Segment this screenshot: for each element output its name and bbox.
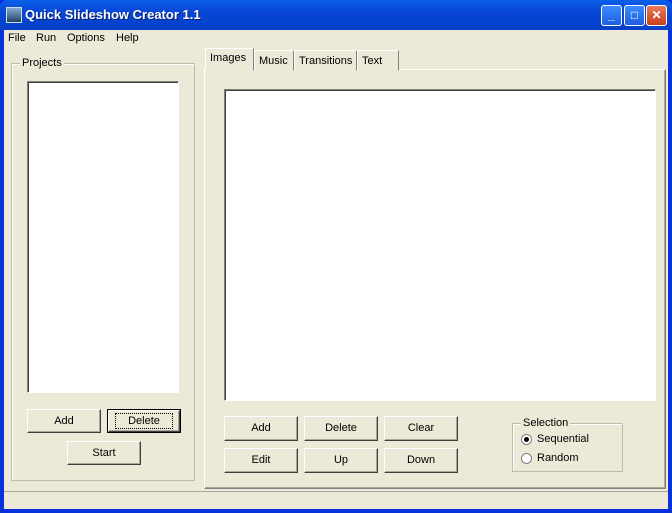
close-button[interactable]: ✕ <box>646 5 667 26</box>
project-delete-label: Delete <box>115 413 173 429</box>
menu-help[interactable]: Help <box>112 32 143 44</box>
selection-group <box>512 423 623 472</box>
menu-bar: File Run Options Help <box>4 30 668 47</box>
projects-label: Projects <box>20 57 64 69</box>
app-icon <box>6 7 22 23</box>
menu-file[interactable]: File <box>4 32 30 44</box>
minimize-button[interactable]: _ <box>601 5 622 26</box>
project-add-button[interactable]: Add <box>27 409 101 433</box>
tab-text[interactable]: Text <box>357 50 399 71</box>
image-add-button[interactable]: Add <box>224 416 298 441</box>
title-bar[interactable]: Quick Slideshow Creator 1.1 _ □ ✕ <box>0 0 672 30</box>
tab-transitions[interactable]: Transitions <box>294 50 357 71</box>
project-delete-button[interactable]: Delete <box>107 409 181 433</box>
radio-sequential-label: Sequential <box>537 433 589 445</box>
maximize-button[interactable]: □ <box>624 5 645 26</box>
radio-unchecked-icon <box>521 452 532 464</box>
menu-run[interactable]: Run <box>32 32 60 44</box>
image-clear-button[interactable]: Clear <box>384 416 458 441</box>
image-edit-button[interactable]: Edit <box>224 448 298 473</box>
selection-label: Selection <box>521 417 571 429</box>
project-start-button[interactable]: Start <box>67 441 141 465</box>
image-up-button[interactable]: Up <box>304 448 378 473</box>
tab-images[interactable]: Images <box>205 48 254 71</box>
image-down-button[interactable]: Down <box>384 448 458 473</box>
window-title: Quick Slideshow Creator 1.1 <box>25 7 201 22</box>
projects-list[interactable] <box>27 81 179 393</box>
radio-checked-icon <box>521 433 532 445</box>
menu-options[interactable]: Options <box>63 32 109 44</box>
tab-music[interactable]: Music <box>254 50 294 71</box>
radio-sequential[interactable]: Sequential <box>521 433 589 445</box>
client-area: File Run Options Help Projects Add Delet… <box>4 30 668 509</box>
image-delete-button[interactable]: Delete <box>304 416 378 441</box>
radio-random-label: Random <box>537 452 579 464</box>
images-list[interactable] <box>224 89 656 401</box>
radio-random[interactable]: Random <box>521 452 579 464</box>
status-bar <box>4 491 668 509</box>
